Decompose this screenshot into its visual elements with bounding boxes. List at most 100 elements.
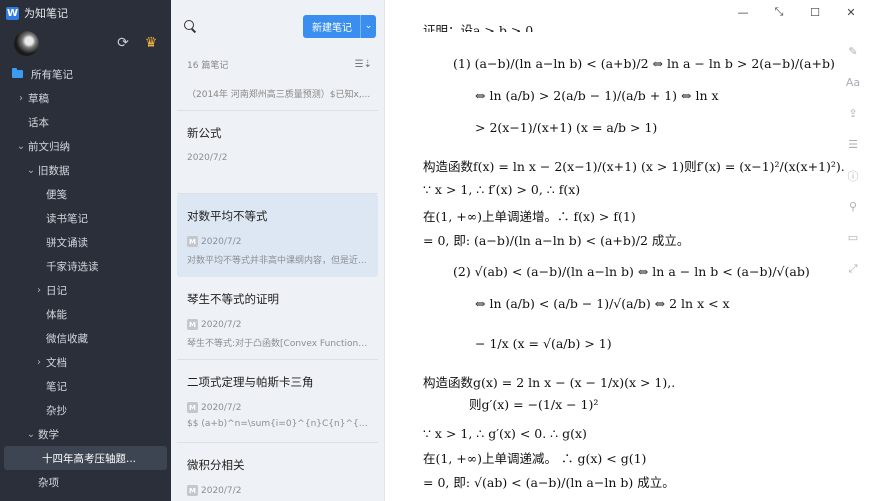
- chevron-down-icon[interactable]: ⌄: [24, 429, 38, 440]
- sidebar-item[interactable]: ⌄ 旧数据: [0, 158, 171, 182]
- sidebar: W 为知笔记 ⟳ ♛ 所有笔记 › 草稿 话本 ⌄ 前文归纳 ⌄ 旧数据 便笺 读书笔记 骈文诵读千…: [0, 0, 171, 501]
- sidebar-item[interactable]: 骈文诵读: [0, 230, 171, 254]
- markdown-icon: M: [187, 402, 198, 413]
- list-item[interactable]: （2014年 河南郑州高三质量预测）$已知x,...: [177, 76, 378, 111]
- chevron-down-icon[interactable]: ⌄: [360, 14, 376, 38]
- sidebar-item-label: 旧数据: [38, 164, 70, 177]
- note-title: 二项式定理与帕斯卡三角: [187, 375, 314, 389]
- math-line: = 0, 即: (a−b)/(ln a−ln b) < (a+b)/2 成立。: [423, 233, 690, 248]
- list-item[interactable]: 对数平均不等式 M 2020/7/2 对数平均不等式并非高中课纲内容，但是近...: [177, 194, 378, 277]
- sidebar-item[interactable]: 微信收藏: [0, 326, 171, 350]
- list-item[interactable]: 琴生不等式的证明 M 2020/7/2 琴生不等式:对于凸函数[Convex Func…: [177, 277, 378, 360]
- note-snippet: 琴生不等式:对于凸函数[Convex Function,...: [187, 339, 368, 349]
- sidebar-item[interactable]: 杂抄: [0, 398, 171, 422]
- folder-icon: [12, 68, 23, 78]
- math-line: ∵ x > 1, ∴ f′(x) > 0, ∴ f(x): [423, 182, 581, 197]
- note-title: 琴生不等式的证明: [187, 292, 279, 306]
- sidebar-item-label: 骈文诵读: [46, 236, 88, 249]
- sidebar-item[interactable]: 读书笔记: [0, 206, 171, 230]
- note-count: 16 篇笔记: [187, 60, 229, 71]
- math-line: = 0, 即: √(ab) < (a−b)/(ln a−ln b) 成立。: [423, 475, 675, 490]
- sync-icon[interactable]: ⟳: [113, 33, 133, 53]
- sidebar-item-label: 话本: [28, 116, 49, 129]
- math-line: > 2(x−1)/(x+1) (x = a/b > 1): [475, 120, 658, 135]
- info-icon[interactable]: ⓘ: [843, 160, 863, 191]
- sidebar-item[interactable]: 便笺: [0, 182, 171, 206]
- math-line: 在(1, +∞)上单调递增。∴ f(x) > f(1): [423, 209, 636, 224]
- comment-icon[interactable]: ▭: [843, 222, 863, 253]
- sidebar-item[interactable]: › 草稿: [0, 86, 171, 110]
- note-snippet: $$ (a+b)^n=\sum{i=0}^{n}C{n}^{i}a^{n-i}b…: [187, 419, 368, 429]
- sidebar-item-label: 十四年高考压轴题...: [42, 452, 137, 465]
- chevron-right-icon[interactable]: ›: [14, 93, 28, 104]
- sidebar-item-label: 数学: [38, 428, 59, 441]
- chevron-right-icon[interactable]: ›: [32, 357, 46, 368]
- note-date-text: 2020/7/2: [201, 485, 242, 496]
- share-icon[interactable]: ⇪: [843, 98, 863, 129]
- font-icon[interactable]: Aa: [843, 67, 863, 98]
- maximize-icon[interactable]: ☐: [803, 4, 827, 20]
- sidebar-item[interactable]: 体能: [0, 302, 171, 326]
- sidebar-item-label: 草稿: [28, 92, 49, 105]
- sidebar-item[interactable]: 十四年高考压轴题...: [4, 446, 167, 470]
- sidebar-item-label: 微信收藏: [46, 332, 88, 345]
- note-count-bar: 16 篇笔记 ☰⇣: [171, 52, 384, 76]
- note-title: 对数平均不等式: [187, 209, 268, 223]
- sidebar-item-label: 千家诗选读: [46, 260, 99, 273]
- sidebar-item[interactable]: › 日记: [0, 278, 171, 302]
- math-line: ⇔ ln (a/b) < (a/b − 1)/√(a/b) ⇔ 2 ln x <…: [475, 296, 730, 311]
- note-date-text: 2020/7/2: [201, 319, 242, 330]
- crown-icon[interactable]: ♛: [141, 33, 161, 53]
- list-item[interactable]: 微积分相关M2020/7/200：求微分 01：求导 02：罗尔中值定理 0..…: [177, 443, 378, 501]
- note-snippet: 对数平均不等式并非高中课纲内容，但是近...: [187, 256, 367, 266]
- avatar[interactable]: [14, 30, 39, 56]
- note-snippet: （2014年 河南郑州高三质量预测）$已知x,...: [187, 89, 371, 100]
- sidebar-item-label: 体能: [46, 308, 67, 321]
- list-item[interactable]: 新公式 2020/7/2: [177, 111, 378, 194]
- folder-tree: 所有笔记 › 草稿 话本 ⌄ 前文归纳 ⌄ 旧数据 便笺 读书笔记 骈文诵读 千家诗选读 › 日记 体能 微信…: [0, 62, 171, 501]
- math-line: 构造函数g(x) = 2 ln x − (x − 1/x)(x > 1),.: [423, 375, 676, 390]
- math-line: 构造函数f(x) = ln x − 2(x−1)/(x+1) (x > 1)则f…: [423, 159, 845, 174]
- note-date-text: 2020/7/2: [201, 402, 242, 413]
- list-item[interactable]: 二项式定理与帕斯卡三角 M 2020/7/2 $$ (a+b)^n=\sum{i=0}…: [177, 360, 378, 443]
- new-note-button[interactable]: 新建笔记 ⌄: [303, 14, 376, 38]
- edit-icon[interactable]: ✎: [843, 36, 863, 67]
- sidebar-item[interactable]: ⌄ 数学: [0, 422, 171, 446]
- fullscreen-icon[interactable]: ⤢: [843, 253, 863, 284]
- note-list: 新建笔记 ⌄ 16 篇笔记 ☰⇣ （2014年 河南郑州高三质量预测）$已知x,…: [171, 0, 385, 501]
- sidebar-item[interactable]: ⌄ 前文归纳: [0, 134, 171, 158]
- sidebar-item[interactable]: 杂项: [0, 470, 171, 494]
- outline-icon[interactable]: ☰: [843, 129, 863, 160]
- sidebar-item-label: 文档: [46, 356, 67, 369]
- attachment-icon[interactable]: ⚲: [843, 191, 863, 222]
- chevron-down-icon[interactable]: ⌄: [14, 141, 28, 152]
- math-line: 在(1, +∞)上单调递减。 ∴ g(x) < g(1): [423, 451, 647, 466]
- app-logo-icon: W: [6, 6, 19, 20]
- note-date: M 2020/7/2: [187, 485, 368, 496]
- note-date: M 2020/7/2: [187, 319, 368, 330]
- sidebar-item[interactable]: › 文档: [0, 350, 171, 374]
- sidebar-item[interactable]: 新建: [0, 494, 171, 501]
- sort-icon[interactable]: ☰⇣: [355, 59, 372, 70]
- math-line: − 1/x (x = √(a/b) > 1): [475, 336, 612, 351]
- chevron-right-icon[interactable]: ›: [32, 285, 46, 296]
- math-line: ∵ x > 1, ∴ g′(x) < 0. ∴ g(x): [423, 426, 587, 441]
- markdown-icon: M: [187, 236, 198, 247]
- close-icon[interactable]: ✕: [839, 4, 863, 20]
- note-title: 微积分相关: [187, 458, 245, 472]
- sidebar-item-label: 笔记: [46, 380, 67, 393]
- sidebar-item[interactable]: 千家诗选读: [0, 254, 171, 278]
- chevron-down-icon[interactable]: ⌄: [24, 165, 38, 176]
- sidebar-item[interactable]: 笔记: [0, 374, 171, 398]
- markdown-icon: M: [187, 485, 198, 496]
- minimize-icon[interactable]: —: [731, 4, 755, 20]
- search-icon[interactable]: [183, 19, 197, 33]
- sidebar-item-label: 读书笔记: [46, 212, 88, 225]
- shrink-icon[interactable]: ⤡: [767, 4, 791, 20]
- sidebar-item-label: 杂项: [38, 476, 59, 489]
- note-list-toolbar: 新建笔记 ⌄: [171, 0, 384, 52]
- math-line: 则g′(x) = −(1/x − 1)²: [469, 397, 599, 412]
- note-title: 新公式: [187, 126, 222, 140]
- sidebar-item[interactable]: 话本: [0, 110, 171, 134]
- sidebar-item[interactable]: 所有笔记: [0, 62, 171, 86]
